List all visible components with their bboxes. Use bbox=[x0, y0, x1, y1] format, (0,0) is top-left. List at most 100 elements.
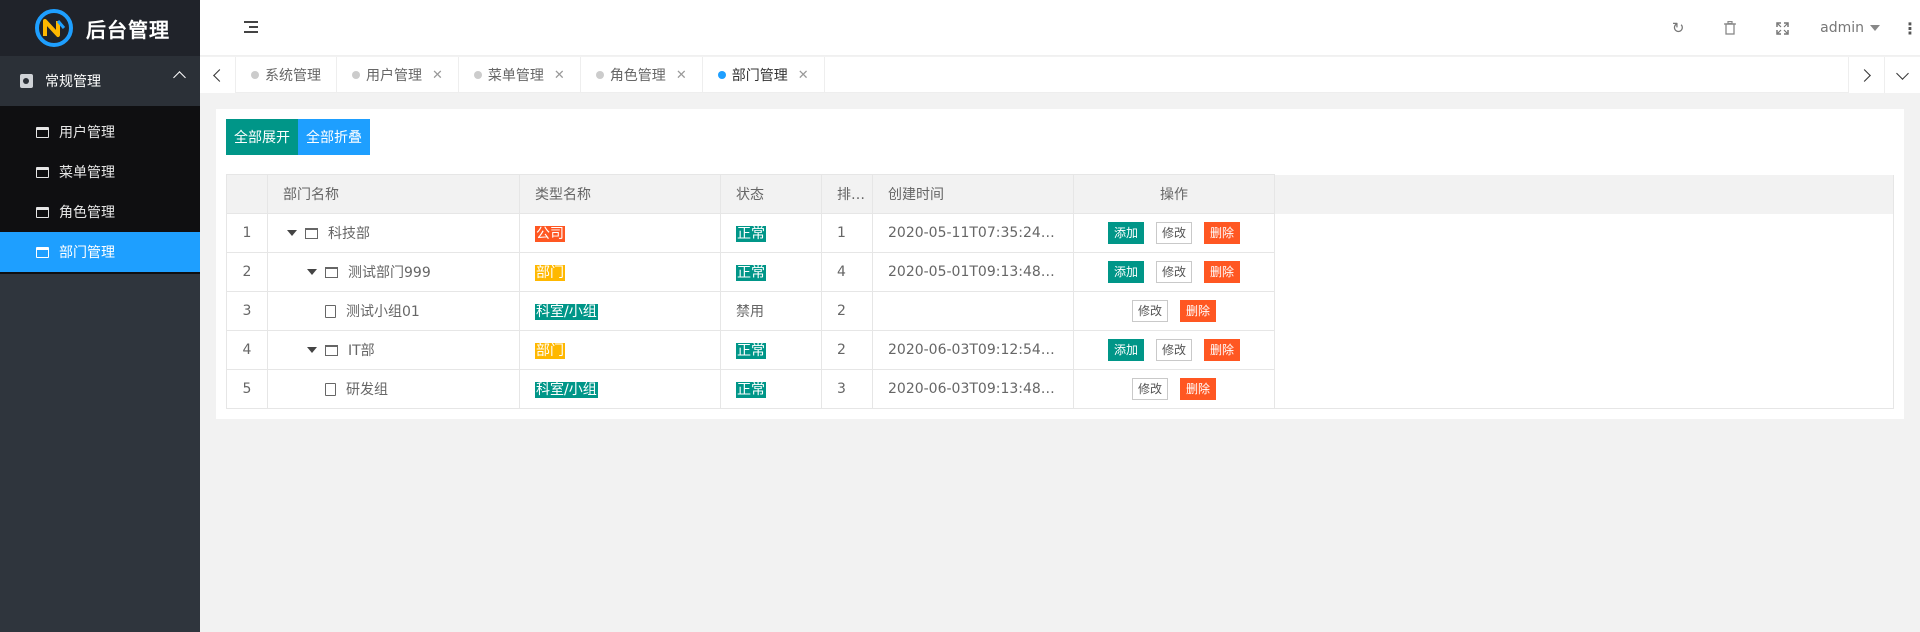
tab-list: 系统管理 用户管理 ✕ 菜单管理 ✕ 角色管理 ✕ 部门管理 ✕ bbox=[236, 57, 825, 93]
type-cell: 部门 bbox=[519, 330, 721, 370]
sort-cell: 4 bbox=[821, 252, 873, 292]
fullscreen-icon[interactable] bbox=[1756, 0, 1808, 56]
tab-dot-icon bbox=[352, 71, 360, 79]
more-vertical-icon[interactable]: ⋮ bbox=[1900, 0, 1920, 56]
tab-system[interactable]: 系统管理 bbox=[236, 57, 337, 93]
delete-button[interactable]: 删除 bbox=[1180, 378, 1217, 400]
tab-dot-icon bbox=[251, 71, 259, 79]
menu-group-label: 常规管理 bbox=[45, 74, 101, 90]
status-cell: 正常 bbox=[720, 330, 822, 370]
folder-icon bbox=[325, 266, 338, 278]
col-header-name[interactable]: 部门名称 bbox=[267, 174, 520, 214]
created-cell bbox=[872, 291, 1074, 331]
chevron-left-icon bbox=[213, 68, 226, 82]
collapse-all-button[interactable]: 全部折叠 bbox=[298, 119, 370, 155]
sidebar-item-label: 角色管理 bbox=[59, 205, 115, 221]
sidebar-item-departments[interactable]: 部门管理 bbox=[0, 232, 200, 272]
tab-label: 用户管理 bbox=[366, 68, 422, 84]
close-icon[interactable]: ✕ bbox=[676, 68, 687, 83]
dept-name: 科技部 bbox=[328, 226, 370, 242]
type-cell: 科室/小组 bbox=[519, 291, 721, 331]
caret-down-icon[interactable] bbox=[287, 230, 297, 236]
add-button[interactable]: 添加 bbox=[1107, 222, 1144, 244]
header-actions: ↻ admin ⋮ bbox=[1652, 0, 1920, 56]
window-icon bbox=[36, 126, 49, 138]
edit-button[interactable]: 修改 bbox=[1131, 300, 1168, 322]
type-badge: 部门 bbox=[535, 265, 565, 281]
trash-icon[interactable] bbox=[1704, 0, 1756, 56]
edit-button[interactable]: 修改 bbox=[1155, 339, 1192, 361]
logo[interactable]: 后台管理 bbox=[0, 0, 200, 56]
col-header-type[interactable]: 类型名称 bbox=[519, 174, 721, 214]
app-title: 后台管理 bbox=[86, 17, 170, 42]
user-menu[interactable]: admin bbox=[1808, 0, 1900, 56]
edit-button[interactable]: 修改 bbox=[1155, 261, 1192, 283]
table-filler bbox=[1274, 330, 1894, 370]
tab-departments[interactable]: 部门管理 ✕ bbox=[703, 57, 825, 93]
add-button[interactable]: 添加 bbox=[1107, 261, 1144, 283]
window-icon bbox=[36, 166, 49, 178]
dept-name-cell: IT部 bbox=[267, 330, 520, 370]
dept-name: 测试小组01 bbox=[346, 304, 420, 320]
col-header-sort[interactable]: 排... bbox=[821, 174, 873, 214]
table-filler bbox=[1274, 369, 1894, 409]
sidebar-item-menus[interactable]: 菜单管理 bbox=[0, 152, 200, 192]
close-icon[interactable]: ✕ bbox=[432, 68, 443, 83]
status-badge: 正常 bbox=[736, 226, 766, 242]
col-header-created[interactable]: 创建时间 bbox=[872, 174, 1074, 214]
menu-toggle-icon[interactable] bbox=[244, 21, 258, 33]
row-index: 1 bbox=[226, 213, 268, 253]
col-header-actions: 操作 bbox=[1073, 174, 1275, 214]
refresh-icon[interactable]: ↻ bbox=[1652, 0, 1704, 56]
close-icon[interactable]: ✕ bbox=[554, 68, 565, 83]
row-index: 2 bbox=[226, 252, 268, 292]
username: admin bbox=[1820, 20, 1864, 36]
tab-users[interactable]: 用户管理 ✕ bbox=[337, 57, 459, 93]
table-header-row: 部门名称 类型名称 状态 排... 创建时间 操作 bbox=[226, 174, 1894, 214]
sidebar-item-roles[interactable]: 角色管理 bbox=[0, 192, 200, 232]
dept-name: IT部 bbox=[348, 343, 375, 359]
caret-down-icon[interactable] bbox=[307, 347, 317, 353]
edit-button[interactable]: 修改 bbox=[1155, 222, 1192, 244]
chevron-down-icon bbox=[1896, 66, 1909, 80]
delete-button[interactable]: 删除 bbox=[1204, 339, 1241, 361]
tab-dot-icon bbox=[717, 71, 726, 79]
delete-button[interactable]: 删除 bbox=[1204, 261, 1241, 283]
table-filler bbox=[1274, 174, 1894, 214]
close-icon[interactable]: ✕ bbox=[798, 68, 809, 83]
caret-down-icon[interactable] bbox=[307, 269, 317, 275]
row-index: 4 bbox=[226, 330, 268, 370]
actions-cell: 添加 修改 删除 bbox=[1073, 213, 1275, 253]
status-badge: 正常 bbox=[736, 343, 766, 359]
delete-button[interactable]: 删除 bbox=[1204, 222, 1241, 244]
folder-icon bbox=[325, 344, 338, 356]
table-row: 5 研发组 科室/小组 正常 3 2020-06-03T09:13:48.000… bbox=[226, 369, 1894, 409]
created-cell: 2020-05-01T09:13:48.000+0000 bbox=[872, 252, 1074, 292]
tab-scroll-right-button[interactable] bbox=[1848, 57, 1884, 93]
type-badge: 部门 bbox=[535, 343, 565, 359]
sort-cell: 2 bbox=[821, 291, 873, 331]
delete-button[interactable]: 删除 bbox=[1180, 300, 1217, 322]
edit-button[interactable]: 修改 bbox=[1131, 378, 1168, 400]
tab-dot-icon bbox=[473, 71, 482, 79]
tab-options-button[interactable] bbox=[1884, 57, 1920, 93]
tab-roles[interactable]: 角色管理 ✕ bbox=[581, 57, 703, 93]
logo-icon bbox=[35, 9, 73, 47]
tab-menus[interactable]: 菜单管理 ✕ bbox=[459, 57, 581, 93]
type-cell: 公司 bbox=[519, 213, 721, 253]
menu-group-general[interactable]: 常规管理 bbox=[0, 56, 200, 106]
col-header-status[interactable]: 状态 bbox=[720, 174, 822, 214]
sidebar-item-label: 部门管理 bbox=[59, 245, 115, 261]
expand-all-button[interactable]: 全部展开 bbox=[226, 119, 298, 155]
department-tree-table: 部门名称 类型名称 状态 排... 创建时间 操作 1 科技部 公司 正常 1 … bbox=[226, 174, 1894, 409]
col-header-index bbox=[226, 174, 268, 214]
actions-cell: 添加 修改 删除 bbox=[1073, 252, 1275, 292]
dept-name: 研发组 bbox=[346, 382, 388, 398]
add-button[interactable]: 添加 bbox=[1107, 339, 1144, 361]
tab-label: 菜单管理 bbox=[487, 68, 544, 84]
table-row: 2 测试部门999 部门 正常 4 2020-05-01T09:13:48.00… bbox=[226, 252, 1894, 292]
tab-scroll-left-button[interactable] bbox=[200, 57, 236, 93]
sidebar-item-users[interactable]: 用户管理 bbox=[0, 112, 200, 152]
window-icon bbox=[36, 206, 49, 218]
chevron-up-icon bbox=[173, 71, 186, 84]
